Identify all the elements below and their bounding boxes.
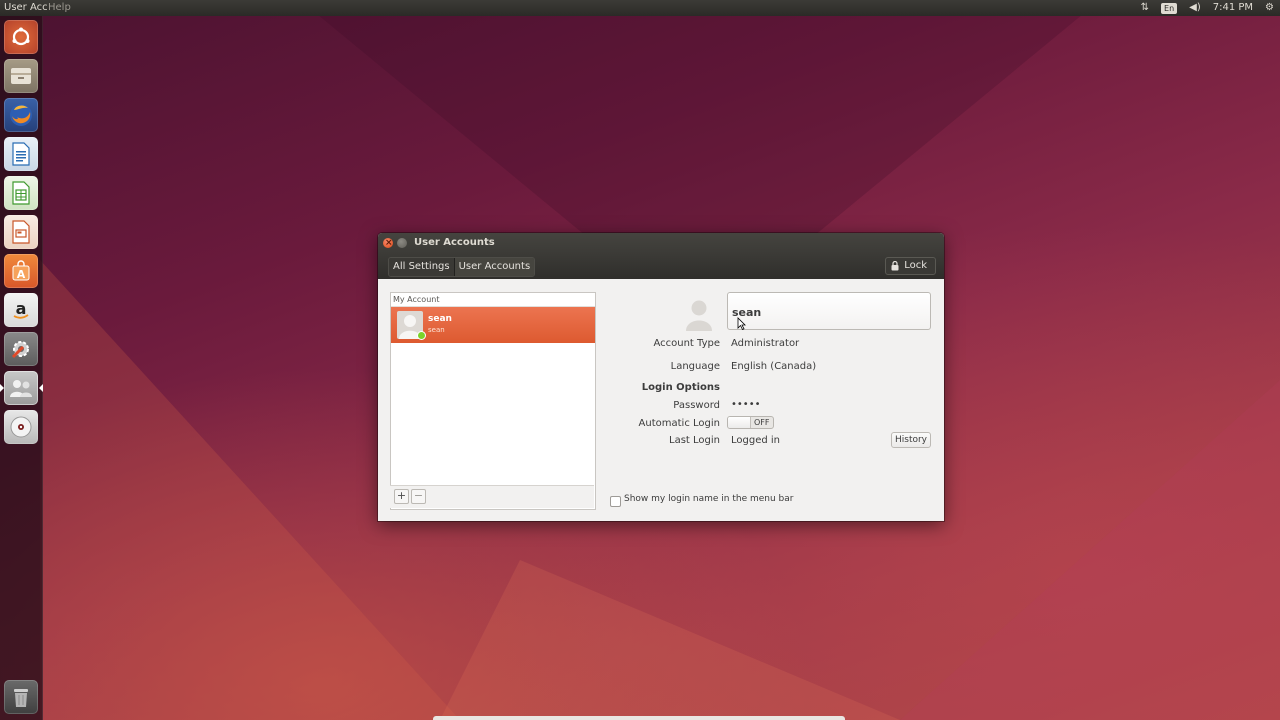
password-value[interactable]: •••••	[731, 399, 761, 410]
user-accounts-icon[interactable]	[4, 371, 38, 405]
mouse-cursor-icon	[737, 317, 746, 330]
lock-button[interactable]: Lock	[885, 257, 936, 275]
toggle-knob	[728, 417, 751, 428]
automatic-login-label: Automatic Login	[638, 418, 720, 429]
firefox-icon[interactable]	[4, 98, 38, 132]
window-title: User Accounts	[414, 237, 495, 248]
files-icon[interactable]	[4, 59, 38, 93]
show-login-name-checkbox[interactable]	[610, 496, 621, 507]
svg-text:A: A	[17, 268, 26, 281]
ubuntu-software-center-icon[interactable]: A	[4, 254, 38, 288]
keyboard-language-indicator[interactable]: En	[1161, 2, 1178, 14]
volume-icon[interactable]: ◀)	[1189, 0, 1201, 16]
user-accounts-window: User Accounts All Settings User Accounts…	[378, 233, 944, 521]
focused-app-indicator	[39, 384, 43, 392]
indicator-area: ⇅ En ◀) 7:41 PM ⚙	[1141, 0, 1274, 16]
password-label: Password	[673, 400, 720, 411]
gear-icon[interactable]: ⚙	[1265, 0, 1274, 16]
user-row-sean[interactable]: sean sean	[391, 307, 595, 343]
history-button[interactable]: History	[891, 432, 931, 448]
window-titlebar[interactable]: User Accounts	[378, 233, 944, 253]
remove-user-button[interactable]: −	[411, 489, 426, 504]
bottom-window-edge	[433, 716, 845, 720]
online-status-icon	[417, 331, 426, 340]
libreoffice-calc-icon[interactable]	[4, 176, 38, 210]
lock-label: Lock	[904, 260, 927, 271]
full-name-field[interactable]: sean	[727, 292, 931, 330]
last-login-label: Last Login	[669, 435, 720, 446]
trash-icon[interactable]	[4, 680, 38, 714]
show-login-name-label[interactable]: Show my login name in the menu bar	[624, 494, 793, 504]
dash-home-icon[interactable]	[4, 20, 38, 54]
libreoffice-impress-icon[interactable]	[4, 215, 38, 249]
login-options-title: Login Options	[641, 382, 720, 393]
active-app-indicator	[0, 384, 4, 392]
language-value[interactable]: English (Canada)	[731, 361, 816, 372]
amazon-icon[interactable]: a	[4, 293, 38, 327]
libreoffice-writer-icon[interactable]	[4, 137, 38, 171]
close-icon[interactable]	[383, 233, 393, 253]
network-icon[interactable]: ⇅	[1141, 0, 1149, 16]
lock-icon	[891, 261, 899, 271]
user-row-login: sean	[428, 326, 445, 334]
menu-help[interactable]: Help	[48, 0, 71, 16]
launcher: A a	[0, 16, 43, 720]
automatic-login-toggle[interactable]: OFF	[727, 416, 774, 429]
svg-text:a: a	[16, 299, 27, 318]
minimize-icon[interactable]	[397, 238, 407, 248]
system-settings-icon[interactable]	[4, 332, 38, 366]
breadcrumb: All Settings User Accounts	[388, 257, 536, 277]
account-type-value[interactable]: Administrator	[731, 338, 799, 349]
breadcrumb-user-accounts[interactable]: User Accounts	[453, 258, 535, 276]
list-header: My Account	[391, 293, 595, 307]
user-picture-icon[interactable]	[684, 297, 714, 331]
language-label: Language	[670, 361, 720, 372]
last-login-value: Logged in	[731, 435, 781, 446]
toggle-state-text: OFF	[754, 418, 770, 427]
breadcrumb-all-settings[interactable]: All Settings	[389, 258, 454, 276]
window-toolbar: All Settings User Accounts Lock	[378, 253, 944, 279]
add-user-button[interactable]: +	[394, 489, 409, 504]
dvd-icon[interactable]	[4, 410, 38, 444]
top-panel: User Acc Help ⇅ En ◀) 7:41 PM ⚙	[0, 0, 1280, 16]
user-list-toolbar: + −	[390, 485, 594, 508]
user-row-name: sean	[428, 314, 452, 324]
account-type-label: Account Type	[653, 338, 720, 349]
app-title: User Acc	[4, 2, 48, 13]
user-list: My Account sean sean	[390, 292, 596, 510]
clock[interactable]: 7:41 PM	[1213, 0, 1253, 16]
